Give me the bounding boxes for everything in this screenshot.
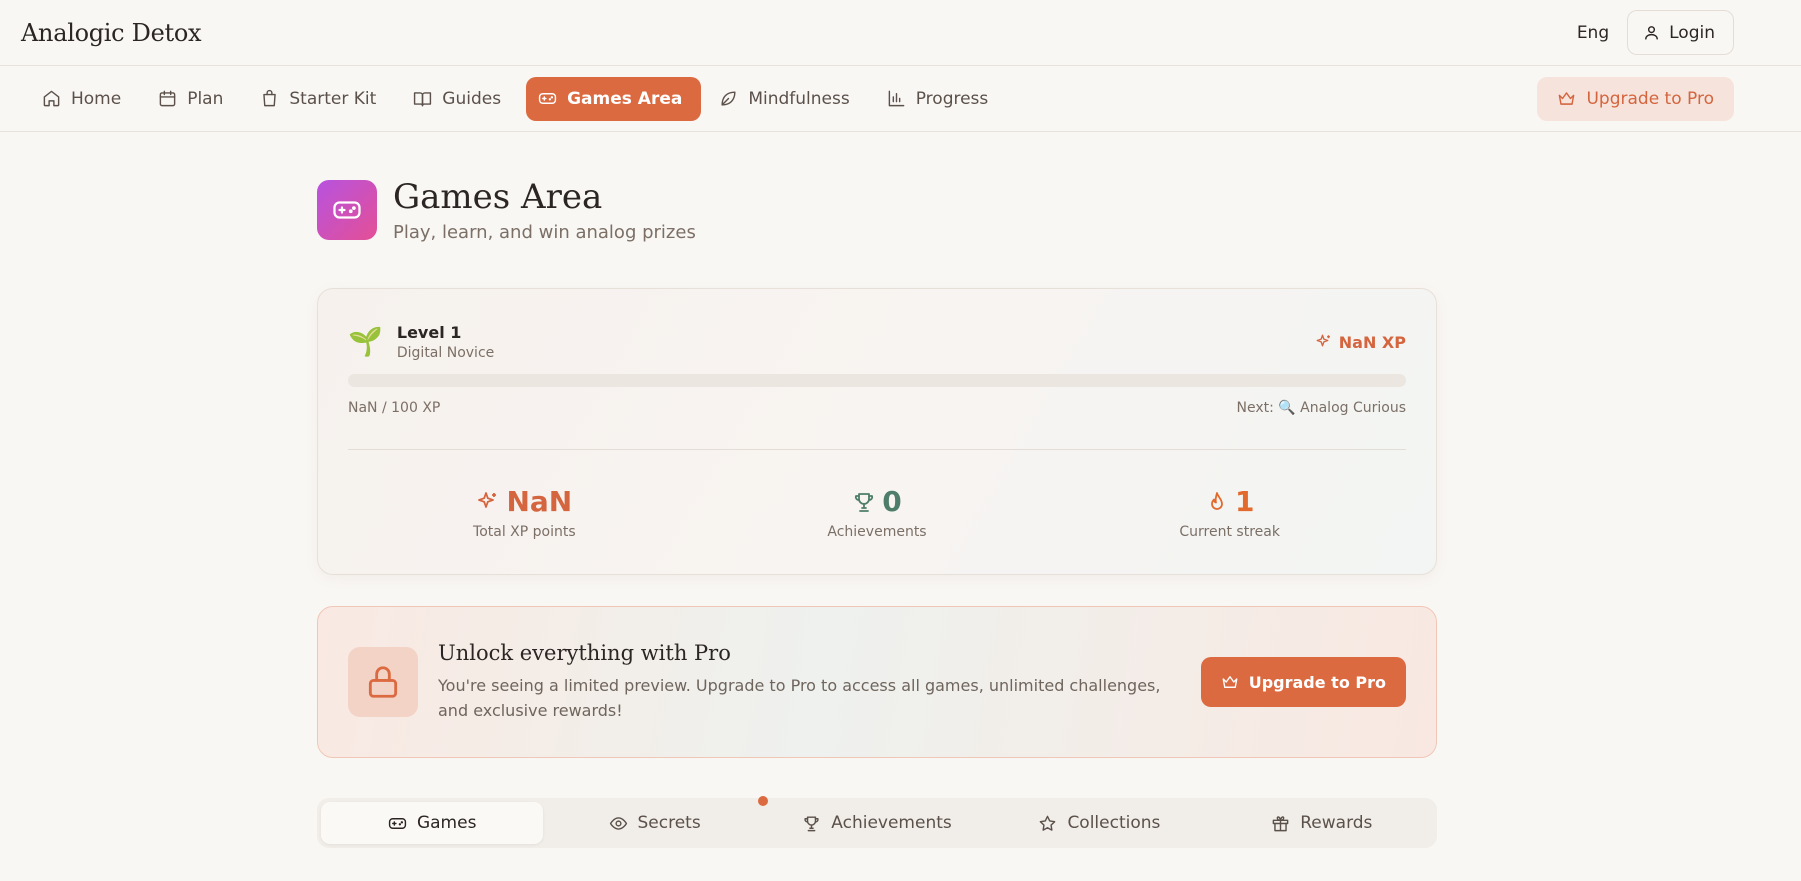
divider [348,449,1406,450]
stats-row: NaN Total XP points 0 Achievements 1 Cur… [348,485,1406,540]
leaf-icon [721,91,736,106]
gamepad-icon [538,93,557,104]
language-selector[interactable]: Eng [1577,23,1609,43]
crown-icon [1559,92,1575,105]
upgrade-to-pro-nav-button[interactable]: Upgrade to Pro [1537,76,1734,121]
upgrade-button-label: Upgrade to Pro [1248,672,1386,692]
stat-value-wrap: NaN [476,485,572,518]
tab-collections[interactable]: Collections [988,802,1210,844]
main-nav-bar: Home Plan Starter Kit Guides Games Area … [0,66,1801,132]
stat-label: Current streak [1179,524,1280,540]
tab-label: Achievements [831,813,952,833]
xp-badge: NaN XP [1315,333,1406,352]
page-title: Games Area [393,176,603,217]
page-subtitle: Play, learn, and win analog prizes [393,221,696,243]
eye-icon [609,816,627,830]
stat-current-streak: 1 Current streak [1053,485,1406,540]
page-heading-group: Games Area Play, learn, and win analog p… [393,178,696,243]
sparkle-icon [478,491,497,508]
crown-icon [1222,676,1238,688]
nav-item-label: Mindfulness [748,88,850,109]
nav-item-label: Plan [187,88,224,109]
gift-icon [1272,815,1289,831]
pro-upsell-card: Unlock everything with Pro You're seeing… [317,606,1437,758]
tab-label: Games [416,813,477,833]
tab-secrets[interactable]: Secrets [543,802,765,844]
calendar-icon [159,90,176,107]
games-tabs: Games Secrets Achievements Collections R… [317,798,1437,848]
sparkle-icon [1316,334,1330,347]
nav-item-home[interactable]: Home [30,77,140,121]
nav-item-starter-kit[interactable]: Starter Kit [248,77,395,121]
main-nav: Home Plan Starter Kit Guides Games Area … [30,76,1008,121]
upgrade-label: Upgrade to Pro [1586,88,1714,109]
games-area-app-icon [317,180,377,240]
pro-text: Unlock everything with Pro You're seeing… [438,641,1178,723]
gamepad-icon [333,201,361,219]
tab-achievements[interactable]: Achievements [766,802,988,844]
star-icon [1040,815,1056,831]
tab-label: Rewards [1300,813,1373,833]
level-subtitle: Digital Novice [396,345,495,361]
pro-description: You're seeing a limited preview. Upgrade… [438,676,1161,720]
chart-icon [888,90,905,107]
level-progress-card: 🌱 Level 1 Digital Novice NaN XP NaN / 10… [317,288,1437,575]
brand-logo[interactable]: Analogic Detox [21,19,202,47]
user-icon [1645,26,1658,40]
xp-progress-bar [348,374,1406,387]
nav-item-label: Games Area [567,88,683,109]
book-icon [414,92,432,107]
top-right-actions: Eng Login [1577,10,1734,55]
login-button[interactable]: Login [1627,10,1734,55]
trophy-icon [855,492,874,512]
tab-games[interactable]: Games [321,802,544,844]
nav-item-games-area[interactable]: Games Area [526,76,702,121]
level-header-row: 🌱 Level 1 Digital Novice NaN XP [348,323,1406,361]
nav-item-mindfulness[interactable]: Mindfulness [707,77,868,121]
stat-value-wrap: 1 [1205,485,1254,518]
level-info: 🌱 Level 1 Digital Novice [348,323,494,361]
stat-value: 1 [1234,485,1255,518]
stat-total-xp: NaN Total XP points [348,485,701,540]
level-title: Level 1 [396,323,462,342]
nav-item-plan[interactable]: Plan [146,77,242,121]
stat-label: Total XP points [473,524,576,540]
nav-item-progress[interactable]: Progress [875,77,1008,121]
trophy-icon [804,815,819,831]
home-icon [43,90,60,107]
stat-value: 0 [882,485,902,518]
nav-item-label: Starter Kit [289,88,377,109]
pro-title: Unlock everything with Pro [438,641,731,665]
stat-achievements: 0 Achievements [701,485,1054,540]
progress-text: NaN / 100 XP [348,400,441,416]
main-content: Games Area Play, learn, and win analog p… [317,178,1437,848]
upgrade-to-pro-button[interactable]: Upgrade to Pro [1200,657,1406,707]
notification-dot [758,796,768,806]
flame-icon [1211,491,1223,510]
seedling-icon: 🌱 [348,325,383,358]
tab-label: Collections [1067,813,1161,833]
level-text: Level 1 Digital Novice [397,323,494,361]
progress-labels: NaN / 100 XP Next: 🔍 Analog Curious [348,400,1406,416]
lock-icon [368,666,398,698]
nav-item-label: Guides [442,88,502,109]
gamepad-icon [388,817,407,829]
login-label: Login [1669,22,1715,43]
nav-item-label: Progress [915,88,989,109]
page-header: Games Area Play, learn, and win analog p… [317,178,1437,243]
nav-item-guides[interactable]: Guides [401,77,520,121]
bag-icon [263,89,277,107]
tab-label: Secrets [637,813,701,833]
stat-label: Achievements [827,524,927,540]
next-level-text: Next: 🔍 Analog Curious [1236,400,1406,416]
stat-value-wrap: 0 [852,485,902,518]
nav-item-label: Home [71,88,122,109]
top-bar: Analogic Detox Eng Login [0,0,1801,66]
stat-value: NaN [506,485,573,518]
xp-badge-value: NaN XP [1338,332,1406,352]
tab-rewards[interactable]: Rewards [1211,802,1433,844]
lock-icon-box [348,647,418,717]
